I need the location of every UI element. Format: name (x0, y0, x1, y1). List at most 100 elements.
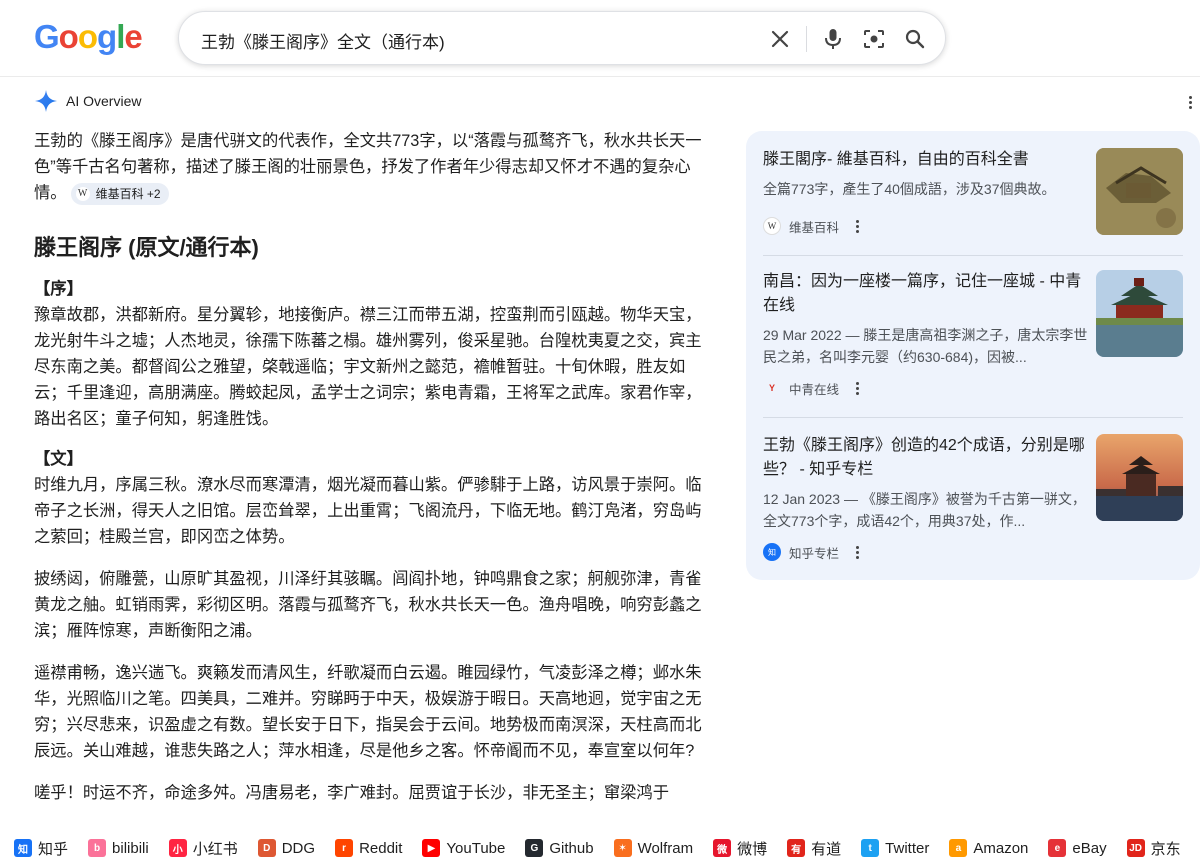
ai-overview-header: AI Overview (34, 89, 141, 113)
google-logo[interactable]: Google (34, 18, 143, 56)
bookmark-item[interactable]: JD 京东 (1126, 838, 1181, 859)
cyol-icon: Y (768, 383, 775, 393)
ai-summary: 王勃的《滕王阁序》是唐代骈文的代表作，全文共773字，以“落霞与孤鹜齐飞，秋水共… (34, 128, 710, 206)
bookmarks-bar: 知知乎 b bilibili 小小红书 D DDG r Reddit ▶ YouTube G Gith… (0, 832, 1200, 864)
bookmark-item[interactable]: ✶ Wolfram (613, 839, 694, 857)
source-snippet: 12 Jan 2023 — 《滕王阁序》被誉为千古第一骈文，全文773个字，成语… (763, 491, 1086, 529)
bookmark-label: bilibili (112, 839, 149, 857)
bookmark-icon: t (861, 839, 880, 857)
preface-paragraph: 豫章故郡，洪都新府。星分翼轸，地接衡庐。襟三江而带五湖，控蛮荆而引瓯越。物华天宝… (34, 306, 702, 428)
thumbnail-image[interactable] (1096, 270, 1183, 357)
source-site: Y 中青在线 (763, 378, 863, 398)
wikipedia-icon: W (763, 217, 781, 235)
bookmark-label: Reddit (359, 839, 403, 857)
source-snippet: 29 Mar 2022 — 滕王是唐高祖李渊之子，唐太宗李世民之弟，名叫李元婴（… (763, 327, 1088, 365)
divider (806, 26, 807, 52)
bookmark-item[interactable]: 有有道 (787, 838, 841, 859)
search-box[interactable]: 王勃《滕王阁序》全文（通行本) (178, 11, 946, 65)
more-options-icon[interactable] (1180, 92, 1200, 112)
bookmark-label: Github (549, 839, 594, 857)
sources-panel: 滕王閣序- 維基百科，自由的百科全書 全篇773字，產生了40個成語，涉及37個… (746, 131, 1200, 580)
source-site-name: 维基百科 (789, 220, 840, 235)
wikipedia-icon: W (75, 186, 90, 201)
bookmark-icon: 小 (168, 839, 187, 857)
bookmark-item[interactable]: b bilibili (88, 839, 149, 857)
bookmark-item[interactable]: 知知乎 (14, 838, 68, 859)
bookmark-icon: G (525, 839, 544, 857)
bookmark-item[interactable]: ▶ YouTube (422, 839, 505, 857)
ai-overview-label: AI Overview (66, 93, 142, 109)
bookmark-icon: ▶ (422, 839, 441, 857)
bookmark-icon: 有 (787, 839, 806, 857)
header: Google 王勃《滕王阁序》全文（通行本) (0, 0, 1200, 77)
search-icon[interactable] (901, 25, 929, 53)
clear-icon[interactable] (766, 25, 794, 53)
source-site: W 维基百科 (763, 216, 863, 236)
source-title[interactable]: 滕王閣序- 維基百科，自由的百科全書 (763, 148, 1089, 172)
source-site-name: 中青在线 (789, 382, 840, 397)
source-snippet: 全篇773字，產生了40個成語，涉及37個典故。 (763, 181, 1056, 197)
logo-letter: g (97, 18, 117, 55)
source-chip-label: 维基百科 +2 (95, 186, 161, 201)
bookmark-icon: a (949, 839, 968, 857)
bookmark-item[interactable]: t Twitter (861, 839, 929, 857)
bookmark-item[interactable]: D DDG (257, 839, 316, 857)
bookmark-icon: ✶ (613, 839, 632, 857)
bookmark-item[interactable]: r Reddit (335, 839, 402, 857)
bookmark-label: YouTube (446, 839, 506, 857)
bookmark-label: Wolfram (637, 839, 694, 857)
bookmark-label: 京东 (1150, 840, 1181, 858)
bookmark-item[interactable]: a Amazon (949, 839, 1028, 857)
bookmark-icon: 微 (713, 839, 732, 857)
camera-lens-icon[interactable] (860, 25, 888, 53)
text-paragraph: 时维九月，序属三秋。潦水尽而寒潭清，烟光凝而暮山紫。俨骖騑于上路，访风景于崇阿。… (34, 476, 702, 546)
logo-letter: l (116, 18, 125, 55)
microphone-icon[interactable] (819, 25, 847, 53)
bookmark-icon: 知 (14, 839, 32, 857)
source-card[interactable]: 王勃《滕王阁序》创造的42个成语，分别是哪些？ - 知乎专栏 12 Jan 20… (763, 434, 1191, 564)
section-heading: 滕王阁序 (原文/通行本) (34, 235, 259, 260)
divider (763, 417, 1183, 418)
logo-letter: e (124, 18, 142, 55)
bookmark-item[interactable]: 小小红书 (168, 838, 238, 859)
preface-label: 【序】 (34, 280, 83, 298)
logo-letter: o (58, 18, 79, 55)
logo-letter: o (77, 18, 98, 55)
ai-overview-body: 王勃的《滕王阁序》是唐代骈文的代表作，全文共773字，以“落霞与孤鹜齐飞，秋水共… (34, 128, 710, 806)
source-title[interactable]: 王勃《滕王阁序》创造的42个成语，分别是哪些？ - 知乎专栏 (763, 434, 1089, 482)
bookmark-label: 知乎 (38, 840, 69, 858)
text-paragraph: 嗟乎！时运不齐，命途多舛。冯唐易老，李广难封。屈贾谊于长沙，非无圣主；窜梁鸿于 (34, 784, 669, 802)
more-options-icon[interactable] (851, 218, 863, 234)
thumbnail-image[interactable] (1096, 434, 1183, 521)
more-options-icon[interactable] (851, 380, 863, 396)
text-label: 【文】 (34, 450, 83, 468)
sparkle-icon (35, 90, 57, 112)
zhihu-icon: 知 (763, 543, 781, 561)
bookmark-label: 有道 (811, 840, 842, 858)
search-input[interactable]: 王勃《滕王阁序》全文（通行本) (201, 28, 445, 53)
bookmark-item[interactable]: 微微博 (713, 838, 767, 859)
source-title[interactable]: 南昌：因为一座楼一篇序，记住一座城 - 中青在线 (763, 270, 1089, 318)
bookmark-label: eBay (1072, 839, 1107, 857)
bookmark-icon: e (1048, 839, 1067, 857)
bookmark-item[interactable]: e eBay (1048, 839, 1107, 857)
bookmark-label: 微博 (737, 840, 768, 858)
text-paragraph: 遥襟甫畅，逸兴遄飞。爽籁发而清风生，纤歌凝而白云遏。睢园绿竹，气凌彭泽之樽；邺水… (34, 664, 702, 760)
source-site: 知 知乎专栏 (763, 542, 863, 562)
logo-letter: G (34, 18, 60, 55)
source-card[interactable]: 南昌：因为一座楼一篇序，记住一座城 - 中青在线 29 Mar 2022 — 滕… (763, 270, 1191, 400)
bookmark-label: Twitter (885, 839, 930, 857)
bookmark-label: DDG (281, 839, 316, 857)
source-site-name: 知乎专栏 (789, 546, 840, 561)
bookmark-icon: r (335, 839, 354, 857)
thumbnail-image[interactable] (1096, 148, 1183, 235)
source-card[interactable]: 滕王閣序- 維基百科，自由的百科全書 全篇773字，產生了40個成語，涉及37個… (763, 148, 1191, 248)
bookmark-label: Amazon (973, 839, 1029, 857)
source-chip[interactable]: W 维基百科 +2 (70, 182, 169, 205)
bookmark-item[interactable]: G Github (525, 839, 594, 857)
more-options-icon[interactable] (851, 544, 863, 560)
bookmark-label: 小红书 (192, 840, 238, 858)
bookmark-icon: JD (1126, 839, 1145, 857)
bookmark-icon: D (257, 839, 276, 857)
bookmark-icon: b (88, 839, 107, 857)
